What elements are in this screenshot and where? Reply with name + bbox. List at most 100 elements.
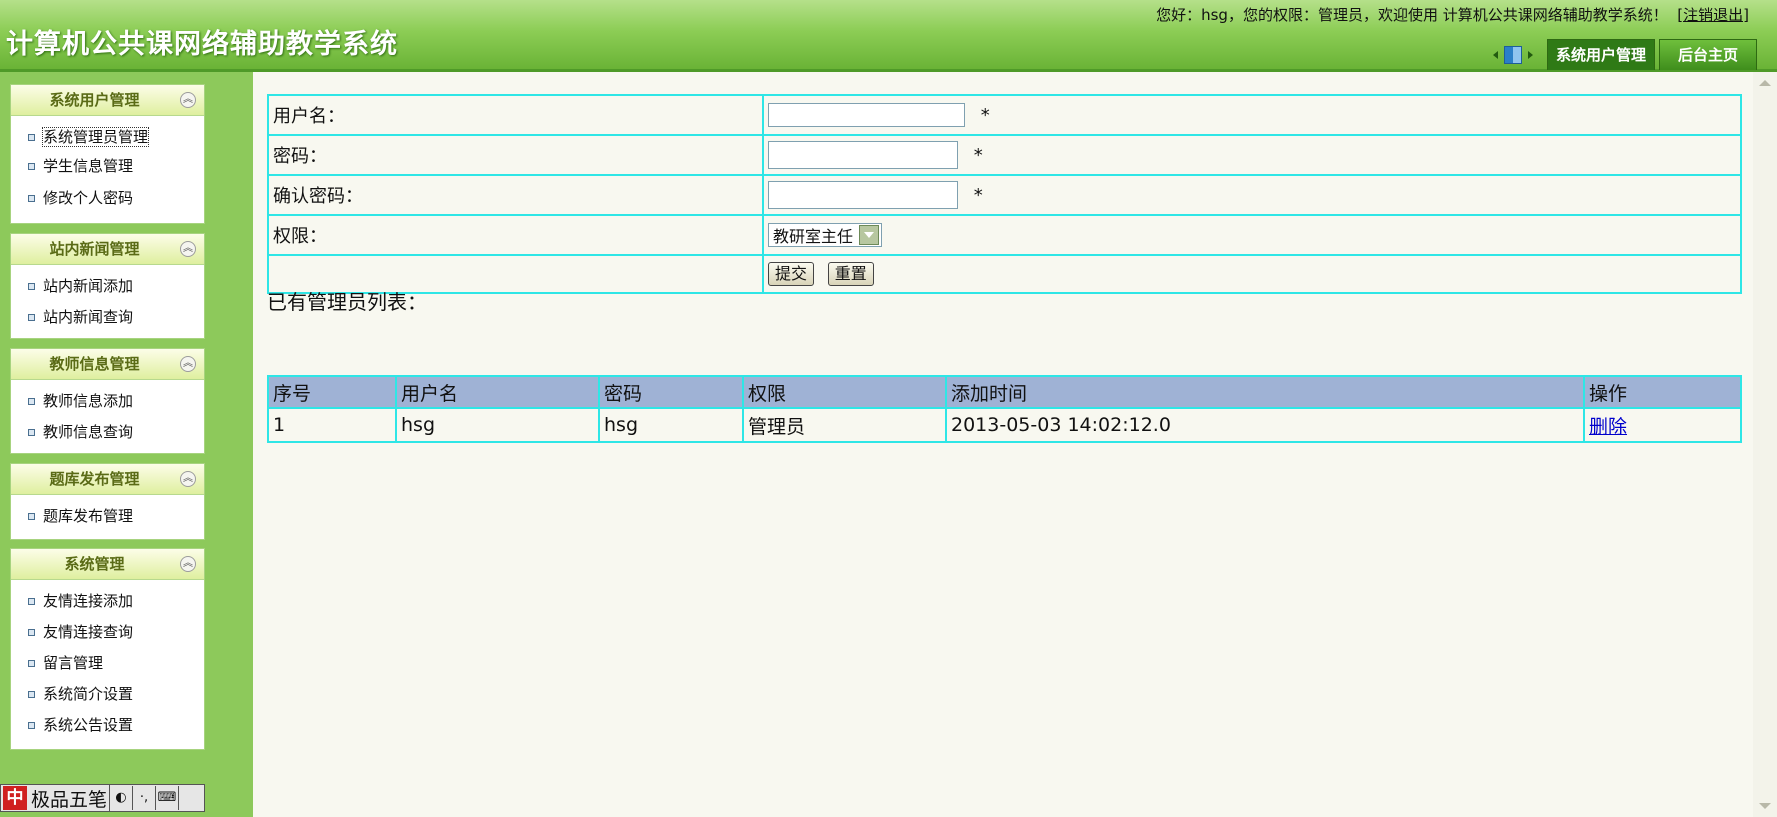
sidebar-item-messages[interactable]: 留言管理 [11, 648, 204, 679]
bullet-icon [28, 598, 35, 605]
required-mark: * [973, 144, 983, 166]
sidebar-item-link-query[interactable]: 友情连接查询 [11, 617, 204, 648]
panel-header[interactable]: 题库发布管理 ︽ [11, 464, 204, 495]
collapse-icon[interactable]: ︽ [180, 556, 196, 572]
form-row: 权限： 教研室主任 [267, 214, 1742, 256]
bullet-icon [28, 314, 35, 321]
permission-label: 权限： [267, 214, 764, 256]
ime-name[interactable]: 极品五笔 [29, 784, 111, 812]
moon-icon[interactable]: ◐ [110, 786, 134, 810]
sidebar: 系统用户管理 ︽ 系统管理员管理 学生信息管理 修改个人密码 站内新闻管理 ︽ … [0, 72, 253, 817]
form-cell: * [762, 134, 1742, 176]
sidebar-panel-teacher-management: 教师信息管理 ︽ 教师信息添加 教师信息查询 [10, 348, 205, 454]
sidebar-item-student-management[interactable]: 学生信息管理 [11, 153, 204, 183]
panel-header[interactable]: 系统用户管理 ︽ [11, 85, 204, 116]
cell-password: hsg [598, 407, 744, 443]
collapse-icon[interactable]: ︽ [180, 241, 196, 257]
tab-system-users[interactable]: 系统用户管理 [1546, 39, 1655, 70]
cell-permission: 管理员 [742, 407, 947, 443]
ime-toolbar[interactable]: 中 极品五笔 ◐ ·, ⌨ [0, 784, 205, 812]
column-header-permission: 权限 [742, 375, 947, 409]
sidebar-item-notice-settings[interactable]: 系统公告设置 [11, 710, 204, 741]
sidebar-item-question-bank[interactable]: 题库发布管理 [11, 501, 204, 532]
panel-title: 系统用户管理 [49, 91, 140, 109]
admin-list-table: 序号 用户名 密码 权限 添加时间 操作 1 hsg hsg 管理员 2013-… [267, 375, 1742, 443]
keyboard-icon[interactable]: ⌨ [156, 786, 180, 810]
tab-admin-home[interactable]: 后台主页 [1658, 39, 1757, 70]
sidebar-item-change-password[interactable]: 修改个人密码 [11, 183, 204, 214]
sidebar-item-news-query[interactable]: 站内新闻查询 [11, 302, 204, 333]
top-header: 计算机公共课网络辅助教学系统 您好：hsg，您的权限：管理员，欢迎使用 计算机公… [0, 0, 1777, 72]
bullet-icon [28, 163, 35, 170]
confirm-password-input[interactable] [768, 181, 958, 209]
form-cell: * [762, 94, 1742, 136]
form-row: 提交 重置 [267, 254, 1742, 294]
required-mark: * [973, 184, 983, 206]
sidebar-panel-news-management: 站内新闻管理 ︽ 站内新闻添加 站内新闻查询 [10, 233, 205, 339]
sidebar-item-teacher-query[interactable]: 教师信息查询 [11, 417, 204, 448]
cell-id: 1 [267, 407, 397, 443]
collapse-icon[interactable]: ︽ [180, 471, 196, 487]
panel-header[interactable]: 系统管理 ︽ [11, 549, 204, 580]
form-row: 确认密码： * [267, 174, 1742, 216]
nav-controls [1492, 40, 1533, 70]
bullet-icon [28, 660, 35, 667]
submit-button[interactable]: 提交 [768, 262, 815, 286]
app-title: 计算机公共课网络辅助教学系统 [6, 29, 398, 60]
panel-header[interactable]: 教师信息管理 ︽ [11, 349, 204, 380]
ime-logo-icon[interactable]: 中 [3, 786, 27, 810]
bullet-icon [28, 429, 35, 436]
column-header-username: 用户名 [395, 375, 600, 409]
panel-header[interactable]: 站内新闻管理 ︽ [11, 234, 204, 265]
column-header-id: 序号 [267, 375, 397, 409]
nav-prev-icon[interactable] [1492, 51, 1498, 59]
sidebar-item-news-add[interactable]: 站内新闻添加 [11, 271, 204, 302]
nav-next-icon[interactable] [1527, 51, 1533, 59]
form-row: 密码： * [267, 134, 1742, 176]
username-label: 用户名： [267, 94, 764, 136]
sidebar-panel-question-bank: 题库发布管理 ︽ 题库发布管理 [10, 463, 205, 540]
table-header-row: 序号 用户名 密码 权限 添加时间 操作 [267, 375, 1742, 409]
bullet-icon [28, 134, 35, 141]
welcome-bar: 您好：hsg，您的权限：管理员，欢迎使用 计算机公共课网络辅助教学系统！ [注销… [1156, 4, 1749, 25]
bullet-icon [28, 629, 35, 636]
sidebar-item-link-add[interactable]: 友情连接添加 [11, 586, 204, 617]
collapse-icon[interactable]: ︽ [180, 356, 196, 372]
sidebar-item-intro-settings[interactable]: 系统简介设置 [11, 679, 204, 710]
required-mark: * [980, 104, 990, 126]
panel-title: 教师信息管理 [49, 355, 140, 373]
admin-list-title: 已有管理员列表： [267, 290, 427, 314]
form-row: 用户名： * [267, 94, 1742, 136]
panel-title: 题库发布管理 [49, 470, 140, 488]
vertical-scrollbar[interactable] [1753, 72, 1777, 817]
admin-form: 用户名： * 密码： * 确认密码： * 权限： 教研室主任 提交 重置 [267, 94, 1742, 294]
username-input[interactable] [768, 103, 965, 127]
cell-action: 删除 [1583, 407, 1742, 443]
welcome-text: 您好：hsg，您的权限：管理员，欢迎使用 计算机公共课网络辅助教学系统！ [1156, 6, 1668, 24]
permission-select[interactable]: 教研室主任 [768, 223, 883, 247]
collapse-icon[interactable]: ︽ [180, 92, 196, 108]
top-nav: 系统用户管理 后台主页 [1492, 38, 1757, 70]
reset-button[interactable]: 重置 [827, 262, 874, 286]
bullet-icon [28, 398, 35, 405]
sidebar-panel-user-management: 系统用户管理 ︽ 系统管理员管理 学生信息管理 修改个人密码 [10, 84, 205, 224]
sidebar-item-teacher-add[interactable]: 教师信息添加 [11, 386, 204, 417]
column-header-action: 操作 [1583, 375, 1742, 409]
sidebar-item-admin-management[interactable]: 系统管理员管理 [11, 122, 204, 153]
scroll-up-icon[interactable] [1759, 80, 1771, 86]
password-label: 密码： [267, 134, 764, 176]
delete-link[interactable]: 删除 [1589, 416, 1627, 438]
form-cell: 教研室主任 [762, 214, 1742, 256]
punctuation-icon[interactable]: ·, [133, 786, 157, 810]
password-input[interactable] [768, 141, 958, 169]
chevron-down-icon[interactable] [859, 225, 880, 245]
column-header-password: 密码 [598, 375, 744, 409]
page-icon[interactable] [1503, 46, 1522, 64]
bullet-icon [28, 691, 35, 698]
scroll-down-icon[interactable] [1759, 803, 1771, 809]
panel-title: 站内新闻管理 [49, 240, 140, 258]
confirm-password-label: 确认密码： [267, 174, 764, 216]
logout-link[interactable]: [注销退出] [1677, 6, 1749, 24]
cell-username: hsg [395, 407, 600, 443]
bullet-icon [28, 283, 35, 290]
